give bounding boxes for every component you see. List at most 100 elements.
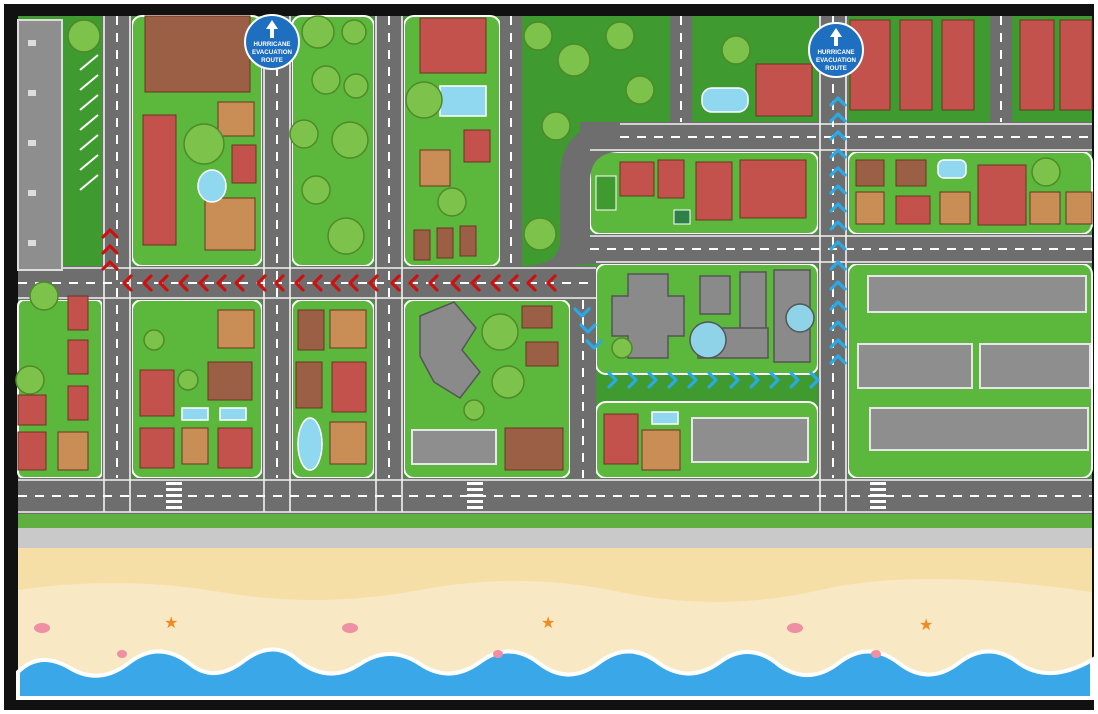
apartment-building <box>869 407 1089 451</box>
house-roof <box>855 159 885 187</box>
tree <box>301 175 331 205</box>
pool <box>181 407 209 421</box>
starfish-icon: ★ <box>541 613 555 632</box>
hurricane-evacuation-sign: HURRICANE EVACUATION ROUTE <box>244 14 300 70</box>
house-roof <box>331 361 367 413</box>
house-roof <box>67 295 89 331</box>
house-roof <box>67 339 89 375</box>
tree <box>437 187 467 217</box>
house-roof <box>297 309 325 351</box>
house-roof <box>436 227 454 259</box>
pool <box>937 159 967 179</box>
soccer-field <box>595 175 617 211</box>
tree <box>491 365 525 399</box>
house-roof <box>521 305 553 329</box>
tree <box>463 399 485 421</box>
house-roof <box>419 17 487 74</box>
house-roof <box>755 63 813 117</box>
house-roof <box>139 427 175 469</box>
sign-line-1: HURRICANE <box>253 41 290 48</box>
tree <box>311 65 341 95</box>
apartment-building <box>691 417 809 463</box>
pool <box>651 411 679 425</box>
glass-dome <box>689 321 727 359</box>
shell <box>787 623 803 633</box>
house-roof <box>217 427 253 469</box>
shell <box>117 650 127 658</box>
house-roof <box>619 161 655 197</box>
tree <box>67 19 101 53</box>
house-roof <box>181 427 209 465</box>
house-roof <box>419 149 451 187</box>
tree <box>331 121 369 159</box>
house-roof <box>57 431 89 471</box>
house-roof <box>139 369 175 417</box>
tree <box>523 21 553 51</box>
sign-line-3: ROUTE <box>261 57 283 64</box>
starfish-icon: ★ <box>919 615 933 634</box>
tree <box>625 75 655 105</box>
house-roof <box>525 341 559 367</box>
tree <box>177 369 199 391</box>
tree <box>341 19 367 45</box>
house-roof <box>231 144 257 184</box>
house-roof <box>207 361 253 401</box>
apartment-building-west <box>17 19 63 271</box>
house-roof <box>895 159 927 187</box>
tennis-court <box>673 209 691 225</box>
tree <box>327 217 365 255</box>
house-roof <box>17 431 47 471</box>
house-roof <box>739 159 807 219</box>
house-roof <box>855 191 885 225</box>
house-roof <box>295 361 323 409</box>
tree <box>301 15 335 49</box>
tree <box>29 281 59 311</box>
house-roof <box>941 19 975 111</box>
house-roof <box>1065 191 1093 225</box>
house-roof <box>695 161 733 221</box>
house-roof <box>329 309 367 349</box>
house-roof <box>204 197 256 251</box>
house-roof <box>217 309 255 349</box>
house-roof <box>217 101 255 137</box>
pool <box>297 417 323 471</box>
house-roof <box>463 129 491 163</box>
shell <box>342 623 358 633</box>
house-roof <box>67 385 89 421</box>
promenade <box>18 514 1092 528</box>
starfish-icon: ★ <box>164 613 178 632</box>
house-roof <box>1059 19 1093 111</box>
house-roof <box>17 394 47 426</box>
tree <box>343 73 369 99</box>
house-roof <box>977 164 1027 226</box>
house-roof <box>142 114 177 246</box>
tree <box>481 313 519 351</box>
tree <box>523 217 557 251</box>
shell <box>871 650 881 658</box>
house-roof <box>939 191 971 225</box>
house-roof <box>329 421 367 465</box>
pool <box>701 87 749 113</box>
sign-line-1: HURRICANE <box>817 49 854 56</box>
house-roof <box>1029 191 1061 225</box>
tree <box>611 337 633 359</box>
shell <box>34 623 50 633</box>
civic-building <box>411 429 497 465</box>
pool <box>439 85 487 117</box>
house-roof <box>144 15 251 93</box>
tree <box>289 119 319 149</box>
house-roof <box>459 225 477 257</box>
sign-line-2: EVACUATION <box>816 57 857 64</box>
sidewalk <box>18 528 1092 548</box>
house-roof <box>413 229 431 261</box>
tree <box>15 365 45 395</box>
building <box>739 271 767 331</box>
tree <box>557 43 591 77</box>
tree <box>605 21 635 51</box>
shell <box>493 650 503 658</box>
tree <box>143 329 165 351</box>
house-roof <box>603 413 639 465</box>
sign-line-2: EVACUATION <box>252 49 293 56</box>
tree <box>183 123 225 165</box>
house-roof <box>1019 19 1055 111</box>
